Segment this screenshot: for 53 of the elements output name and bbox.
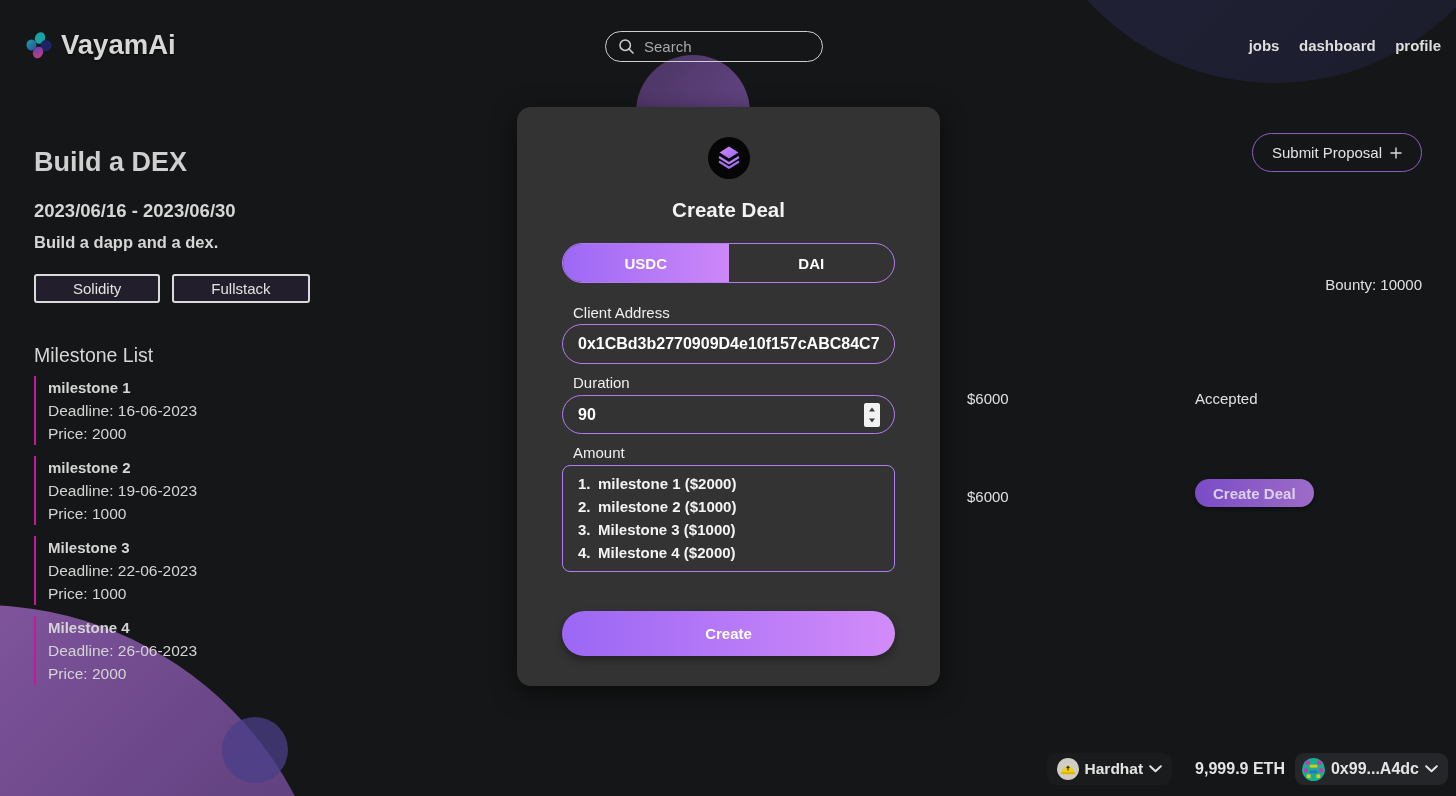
field-label: Client Address bbox=[572, 303, 671, 323]
amount-item: Milestone 4 ($2000) bbox=[598, 542, 736, 563]
list-number: 1. bbox=[578, 473, 592, 494]
milestone-price: Price: 1000 bbox=[48, 584, 127, 604]
job-title: Build a DEX bbox=[34, 146, 188, 178]
field-label: Amount bbox=[572, 443, 626, 463]
status-text: Accepted bbox=[1195, 389, 1258, 409]
milestone-deadline: Deadline: 22-06-2023 bbox=[48, 561, 198, 581]
milestone-title: milestone 2 bbox=[48, 458, 131, 478]
table-cell: $6000 bbox=[967, 389, 1009, 409]
bounty-text: Bounty: 10000 bbox=[1325, 275, 1422, 295]
search-field[interactable]: Search bbox=[605, 31, 823, 62]
nav-link[interactable]: profile bbox=[1395, 36, 1441, 56]
skill-tag: Fullstack bbox=[172, 274, 310, 303]
list-number: 2. bbox=[578, 496, 592, 517]
milestone-price: Price: 1000 bbox=[48, 504, 127, 524]
table-cell: $6000 bbox=[967, 487, 1009, 507]
amount-item: Milestone 3 ($1000) bbox=[598, 519, 736, 540]
amount-field[interactable]: 1. milestone 1 ($2000) 2. milestone 2 ($1000) 3. Milestone 3 ($1000) 4. Milestone 4 ($2000) bbox=[562, 465, 895, 572]
milestone-deadline: Deadline: 19-06-2023 bbox=[48, 481, 198, 501]
avatar-icon bbox=[1301, 757, 1325, 781]
layers-icon bbox=[707, 137, 750, 179]
stepper-icon[interactable] bbox=[864, 402, 880, 427]
balance-text: 9,999.9 ETH bbox=[1195, 759, 1285, 779]
dialog-title: Create Deal bbox=[671, 197, 786, 223]
brand-name: VayamAi bbox=[61, 28, 176, 61]
field-label: Duration bbox=[572, 373, 631, 393]
chevron-down-icon bbox=[1149, 765, 1163, 773]
network-button[interactable]: Hardhat bbox=[1046, 753, 1173, 785]
nav-link[interactable]: dashboard bbox=[1298, 36, 1376, 56]
plus-icon bbox=[1390, 146, 1402, 159]
amount-item: milestone 2 ($1000) bbox=[598, 496, 737, 517]
skill-tag: Solidity bbox=[34, 274, 161, 303]
milestone-list-heading: Milestone List bbox=[34, 343, 154, 367]
currency-tab[interactable]: DAI bbox=[728, 244, 894, 282]
milestone-title: milestone 1 bbox=[48, 378, 131, 398]
milestone-price: Price: 2000 bbox=[48, 664, 127, 684]
client-address-field[interactable]: 0x1CBd3b2770909D4e10f157cABC84C7 bbox=[562, 324, 895, 364]
milestone-price: Price: 2000 bbox=[48, 424, 127, 444]
search-icon bbox=[619, 39, 634, 54]
account-button[interactable]: 0x99...A4dc bbox=[1294, 753, 1448, 785]
duration-field[interactable]: 90 bbox=[562, 395, 895, 434]
milestone-deadline: Deadline: 16-06-2023 bbox=[48, 401, 198, 421]
hardhat-icon bbox=[1056, 758, 1079, 780]
list-number: 4. bbox=[578, 542, 592, 563]
chevron-down-icon bbox=[1425, 765, 1438, 773]
nav-link[interactable]: jobs bbox=[1248, 36, 1280, 56]
logo-icon bbox=[26, 30, 52, 59]
amount-item: milestone 1 ($2000) bbox=[598, 473, 737, 494]
job-description: Build a dapp and a dex. bbox=[34, 232, 219, 253]
job-dates: 2023/06/16 - 2023/06/30 bbox=[34, 200, 236, 222]
milestone-title: Milestone 3 bbox=[48, 538, 130, 558]
list-number: 3. bbox=[578, 519, 592, 540]
